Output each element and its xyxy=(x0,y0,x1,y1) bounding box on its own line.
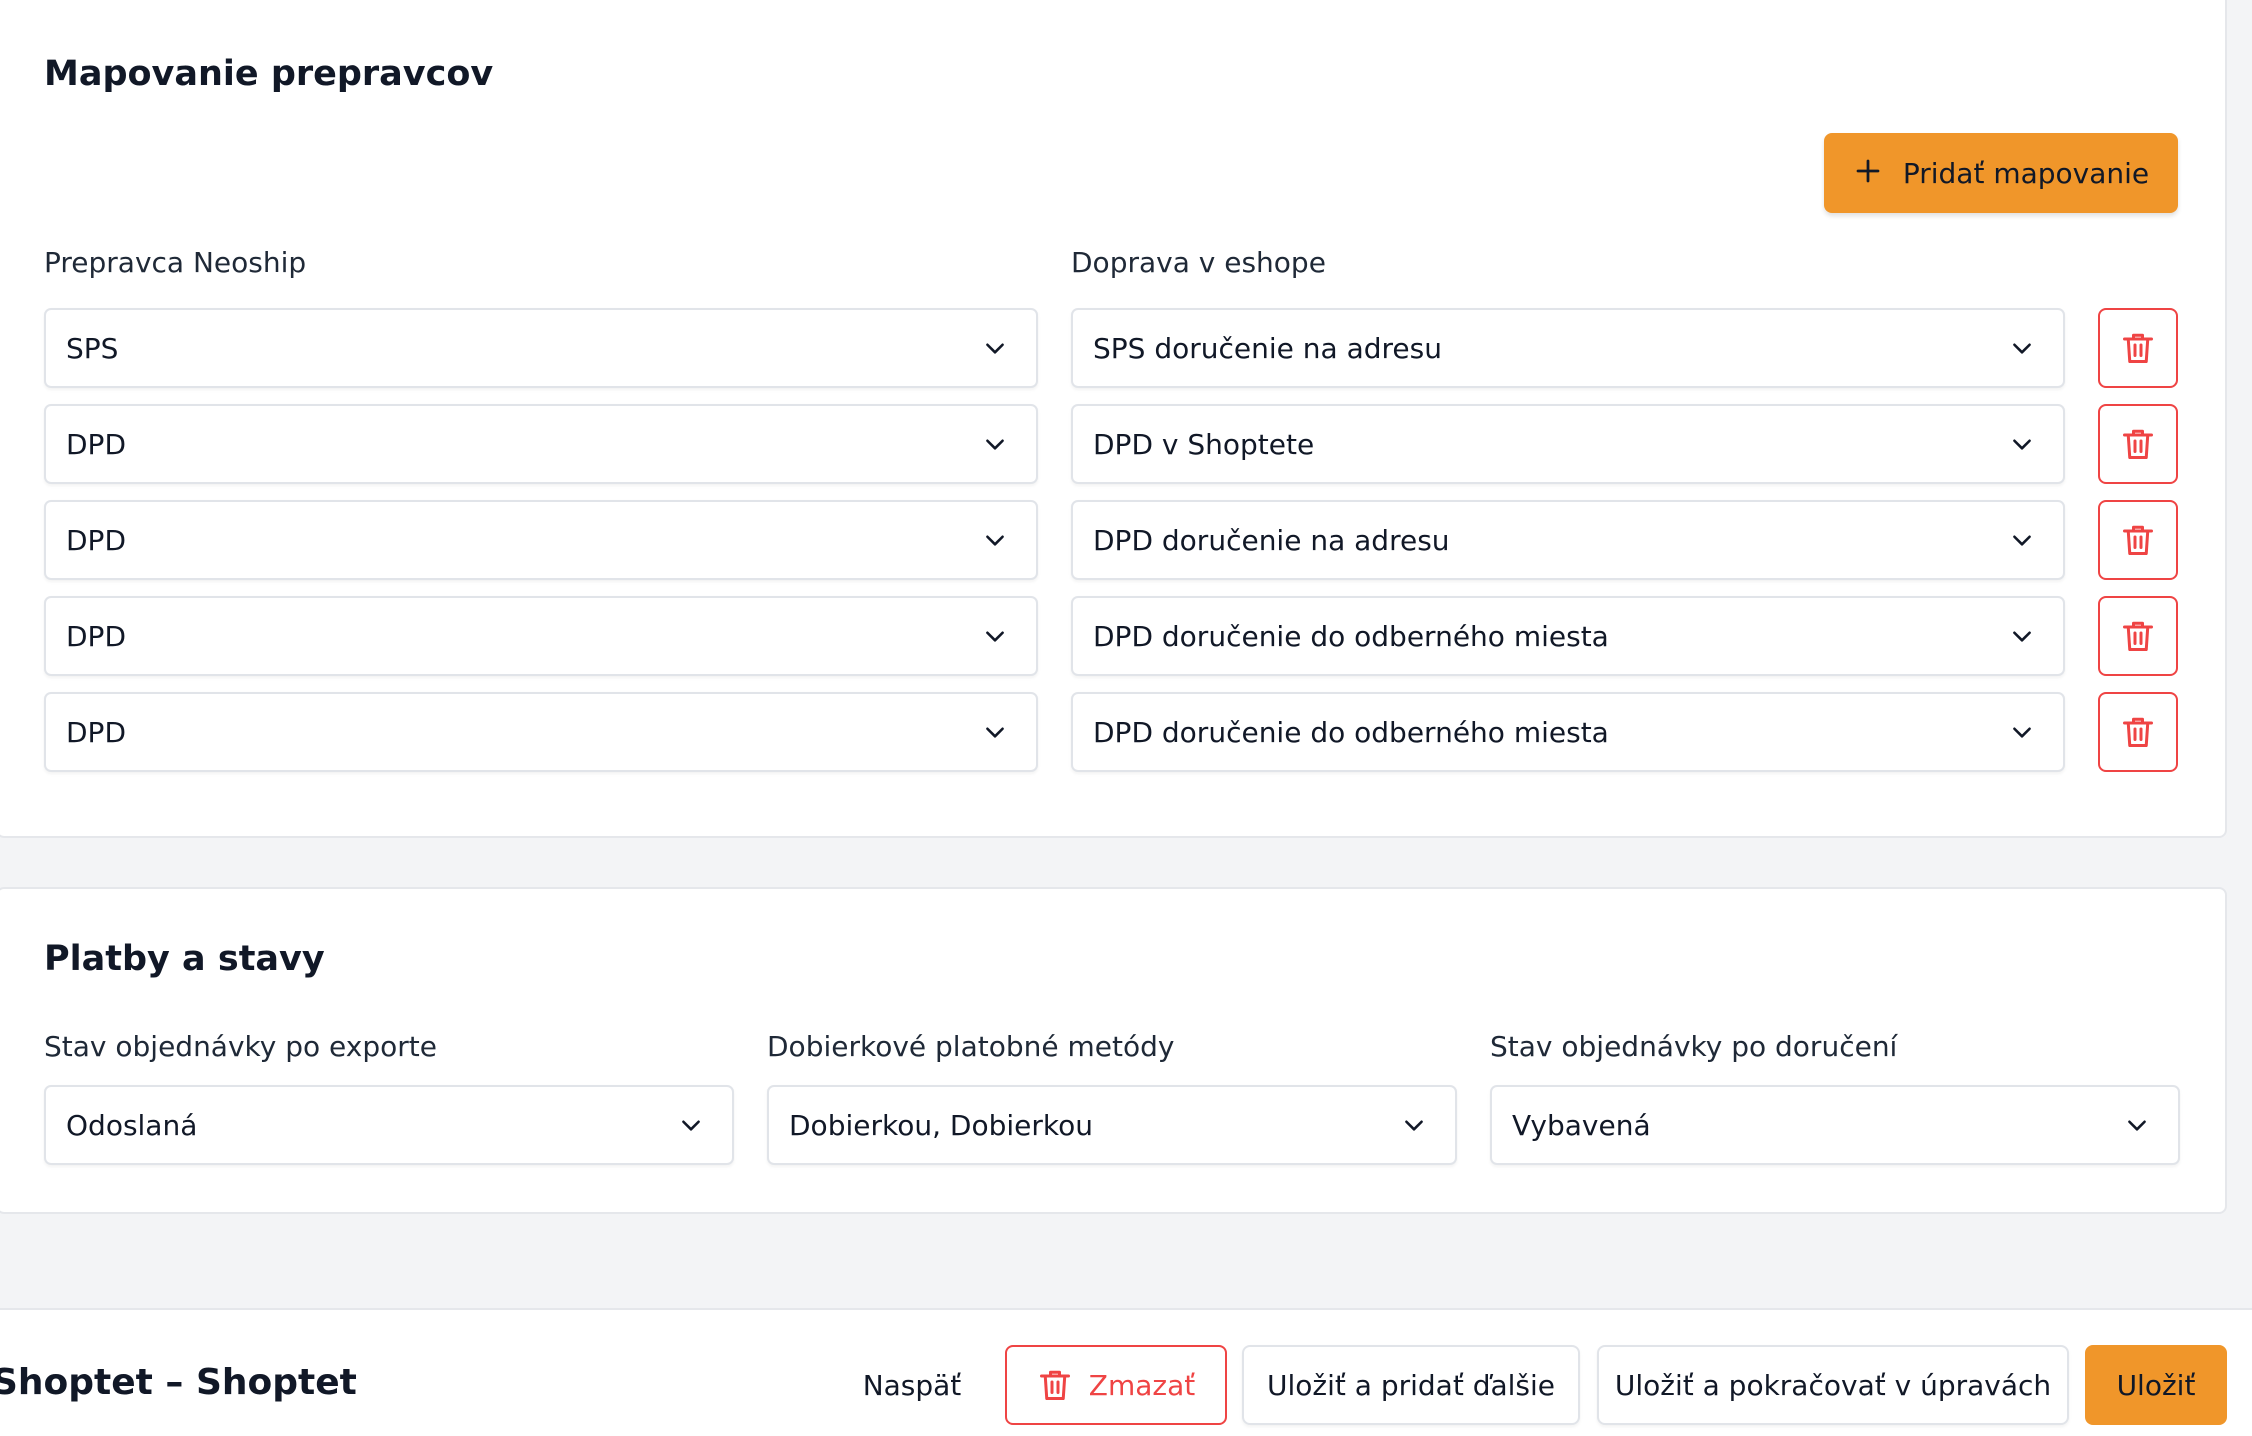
shipping-select-value: DPD v Shoptete xyxy=(1093,427,1315,461)
trash-icon xyxy=(2123,525,2153,555)
carrier-select[interactable]: DPD xyxy=(44,692,1038,772)
shipping-select-value: DPD doručenie do odberného miesta xyxy=(1093,619,1609,653)
carrier-column-label: Prepravca Neoship xyxy=(44,246,307,279)
shipping-select-value: DPD doručenie do odberného miesta xyxy=(1093,715,1609,749)
chevron-down-icon xyxy=(980,717,1010,747)
delete-row-button[interactable] xyxy=(2098,404,2178,484)
chevron-down-icon xyxy=(2007,333,2037,363)
carrier-select-value: DPD xyxy=(66,427,127,461)
shipping-select[interactable]: SPS doručenie na adresu xyxy=(1071,308,2065,388)
plus-icon xyxy=(1853,156,1883,190)
shipping-select[interactable]: DPD doručenie do odberného miesta xyxy=(1071,692,2065,772)
export-state-label: Stav objednávky po exporte xyxy=(44,1030,437,1063)
export-state-select[interactable]: Odoslaná xyxy=(44,1085,734,1165)
shipping-select-value: DPD doručenie na adresu xyxy=(1093,523,1450,557)
save-and-continue-button[interactable]: Uložiť a pokračovať v úpravách xyxy=(1597,1345,2069,1425)
carrier-select-value: DPD xyxy=(66,619,127,653)
payments-card: Platby a stavy Stav objednávky po export… xyxy=(0,887,2227,1214)
cod-methods-label: Dobierkové platobné metódy xyxy=(767,1030,1175,1063)
chevron-down-icon xyxy=(676,1110,706,1140)
save-and-add-button[interactable]: Uložiť a pridať ďalšie xyxy=(1242,1345,1580,1425)
delivered-state-value: Vybavená xyxy=(1512,1108,1651,1142)
carrier-select-value: SPS xyxy=(66,331,119,365)
trash-icon xyxy=(2123,429,2153,459)
delete-row-button[interactable] xyxy=(2098,692,2178,772)
payments-title: Platby a stavy xyxy=(44,939,325,979)
chevron-down-icon xyxy=(980,429,1010,459)
chevron-down-icon xyxy=(980,333,1010,363)
export-state-value: Odoslaná xyxy=(66,1108,198,1142)
chevron-down-icon xyxy=(980,621,1010,651)
delete-row-button[interactable] xyxy=(2098,308,2178,388)
carrier-select[interactable]: SPS xyxy=(44,308,1038,388)
cod-methods-select[interactable]: Dobierkou, Dobierkou xyxy=(767,1085,1457,1165)
shipping-select[interactable]: DPD doručenie do odberného miesta xyxy=(1071,596,2065,676)
shipping-column-label: Doprava v eshope xyxy=(1071,246,1326,279)
chevron-down-icon xyxy=(2007,717,2037,747)
trash-icon xyxy=(2123,621,2153,651)
delete-button[interactable]: Zmazať xyxy=(1005,1345,1227,1425)
chevron-down-icon xyxy=(2122,1110,2152,1140)
delivered-state-label: Stav objednávky po doručení xyxy=(1490,1030,1898,1063)
carrier-select[interactable]: DPD xyxy=(44,596,1038,676)
carrier-mapping-card: Mapovanie prepravcov Pridať mapovanie Pr… xyxy=(0,0,2227,838)
add-mapping-button[interactable]: Pridať mapovanie xyxy=(1824,133,2178,213)
chevron-down-icon xyxy=(2007,525,2037,555)
footer-action-bar: Shoptet – Shoptet Naspäť Zmazať Uložiť a… xyxy=(0,1308,2252,1436)
carrier-select[interactable]: DPD xyxy=(44,404,1038,484)
shipping-select[interactable]: DPD v Shoptete xyxy=(1071,404,2065,484)
save-button[interactable]: Uložiť xyxy=(2085,1345,2227,1425)
cod-methods-value: Dobierkou, Dobierkou xyxy=(789,1108,1093,1142)
carrier-select-value: DPD xyxy=(66,715,127,749)
shipping-select-value: SPS doručenie na adresu xyxy=(1093,331,1442,365)
chevron-down-icon xyxy=(980,525,1010,555)
carrier-mapping-title: Mapovanie prepravcov xyxy=(44,54,494,94)
carrier-select[interactable]: DPD xyxy=(44,500,1038,580)
delivered-state-select[interactable]: Vybavená xyxy=(1490,1085,2180,1165)
footer-title: Shoptet – Shoptet xyxy=(0,1362,357,1403)
shipping-select[interactable]: DPD doručenie na adresu xyxy=(1071,500,2065,580)
trash-icon xyxy=(2123,333,2153,363)
trash-icon xyxy=(1039,1370,1070,1400)
delete-row-button[interactable] xyxy=(2098,596,2178,676)
chevron-down-icon xyxy=(1399,1110,1429,1140)
delete-button-label: Zmazať xyxy=(1088,1368,1196,1402)
chevron-down-icon xyxy=(2007,429,2037,459)
add-mapping-label: Pridať mapovanie xyxy=(1902,156,2150,190)
chevron-down-icon xyxy=(2007,621,2037,651)
carrier-select-value: DPD xyxy=(66,523,127,557)
back-button[interactable]: Naspäť xyxy=(852,1345,972,1425)
trash-icon xyxy=(2123,717,2153,747)
delete-row-button[interactable] xyxy=(2098,500,2178,580)
